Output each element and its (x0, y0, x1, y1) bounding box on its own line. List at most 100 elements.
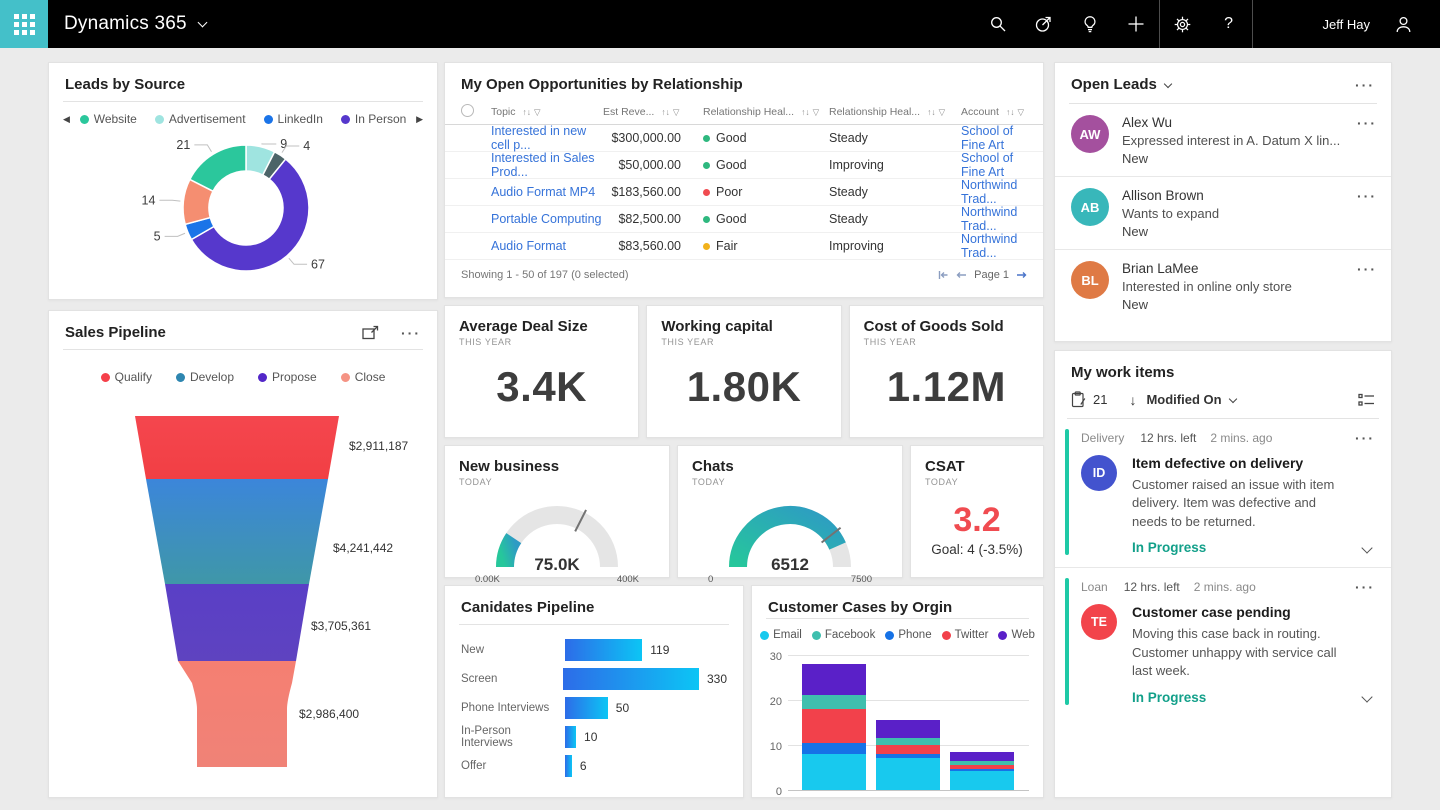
more-options-icon[interactable] (1355, 434, 1375, 442)
filter-icon[interactable] (531, 107, 541, 117)
sort-field-label[interactable]: Modified On (1146, 392, 1221, 407)
more-options-icon[interactable] (1357, 192, 1377, 239)
bar-segment-twitter[interactable] (802, 709, 866, 743)
topic-link[interactable]: Audio Format MP4 (491, 185, 603, 199)
stage-bar[interactable] (565, 639, 642, 661)
sort-icon[interactable] (661, 107, 670, 117)
user-name[interactable]: Jeff Hay (1323, 17, 1370, 32)
expand-chevron-icon[interactable] (1361, 692, 1372, 703)
column-header-health[interactable]: Relationship Heal... (703, 106, 829, 118)
previous-page-icon[interactable] (956, 270, 967, 280)
bar-segment-facebook[interactable] (802, 695, 866, 709)
bar-segment-web[interactable] (876, 720, 940, 738)
stage-bar[interactable] (565, 755, 572, 777)
bar-segment-email[interactable] (876, 758, 940, 790)
legend-item[interactable]: Web (998, 629, 1034, 641)
app-title[interactable]: Dynamics 365 (64, 13, 187, 35)
work-item-status[interactable]: In Progress (1132, 690, 1206, 705)
lead-list-item[interactable]: BLBrian LaMeeInterested in online only s… (1055, 250, 1391, 322)
lead-list-item[interactable]: ABAllison BrownWants to expandNew (1055, 177, 1391, 250)
account-link[interactable]: School of Fine Art (961, 151, 1027, 179)
app-title-chevron-icon[interactable] (197, 18, 207, 28)
work-item-status[interactable]: In Progress (1132, 540, 1206, 555)
bar-segment-web[interactable] (950, 752, 1014, 761)
app-launcher-button[interactable] (0, 0, 48, 48)
column-header-account[interactable]: Account (961, 106, 1027, 118)
bar-segment-email[interactable] (950, 771, 1014, 790)
legend-item[interactable]: Website (80, 112, 137, 126)
sort-direction-icon[interactable] (1129, 392, 1136, 408)
account-link[interactable]: School of Fine Art (961, 124, 1027, 152)
sort-icon[interactable] (523, 107, 532, 117)
funnel-segment-close[interactable] (178, 661, 296, 767)
add-icon[interactable] (1113, 0, 1159, 48)
chevron-down-icon[interactable] (1164, 79, 1172, 87)
legend-item[interactable]: Twitter (942, 629, 989, 641)
legend-item[interactable]: Phone (885, 629, 931, 641)
stage-bar[interactable] (565, 726, 576, 748)
bar-segment-email[interactable] (802, 754, 866, 790)
bar-segment-twitter[interactable] (876, 745, 940, 754)
search-icon[interactable] (975, 0, 1021, 48)
account-link[interactable]: Northwind Trad... (961, 178, 1027, 206)
topic-link[interactable]: Audio Format (491, 239, 603, 253)
stacked-bar[interactable] (950, 752, 1014, 790)
lead-list-item[interactable]: AWAlex WuExpressed interest in A. Datum … (1055, 104, 1391, 177)
table-row[interactable]: Audio Format MP4$183,560.00PoorSteadyNor… (445, 179, 1043, 206)
bar-segment-phone[interactable] (802, 743, 866, 754)
table-row[interactable]: Portable Computing$82,500.00GoodSteadyNo… (445, 206, 1043, 233)
legend-item[interactable]: Email (760, 629, 802, 641)
filter-icon[interactable] (936, 107, 946, 117)
more-options-icon[interactable] (1357, 119, 1377, 166)
sort-icon[interactable] (801, 107, 810, 117)
work-item[interactable]: Delivery12 hrs. left2 mins. agoIDItem de… (1055, 419, 1391, 568)
funnel-segment-develop[interactable] (146, 479, 328, 584)
filter-icon[interactable] (1014, 107, 1024, 117)
account-link[interactable]: Northwind Trad... (961, 232, 1027, 260)
more-options-icon[interactable] (1355, 583, 1375, 591)
topic-link[interactable]: Portable Computing (491, 212, 603, 226)
settings-icon[interactable] (1160, 0, 1206, 48)
column-header-est-revenue[interactable]: Est Reve... (603, 106, 703, 118)
next-page-icon[interactable] (1016, 270, 1027, 280)
table-row[interactable]: Interested in new cell p...$300,000.00Go… (445, 125, 1043, 152)
stacked-bar[interactable] (802, 664, 866, 790)
column-header-topic[interactable]: Topic (491, 106, 603, 118)
legend-item[interactable]: Facebook (812, 629, 876, 641)
more-options-icon[interactable] (1355, 81, 1375, 89)
filter-icon[interactable] (670, 107, 680, 117)
chevron-down-icon[interactable] (1228, 394, 1236, 402)
legend-item[interactable]: Advertisement (155, 112, 246, 126)
account-icon[interactable] (1380, 0, 1426, 48)
account-link[interactable]: Northwind Trad... (961, 205, 1027, 233)
funnel-segment-qualify[interactable] (135, 416, 339, 479)
column-header-health-trend[interactable]: Relationship Heal... (829, 106, 961, 118)
legend-item[interactable]: In Person (341, 112, 406, 126)
table-row[interactable]: Audio Format$83,560.00FairImprovingNorth… (445, 233, 1043, 260)
work-item[interactable]: Loan12 hrs. left2 mins. agoTECustomer ca… (1055, 568, 1391, 716)
table-row[interactable]: Interested in Sales Prod...$50,000.00Goo… (445, 152, 1043, 179)
topic-link[interactable]: Interested in new cell p... (491, 124, 603, 152)
more-options-icon[interactable] (1357, 265, 1377, 312)
topic-link[interactable]: Interested in Sales Prod... (491, 151, 603, 179)
first-page-icon[interactable] (938, 270, 949, 280)
guide-icon[interactable] (1021, 0, 1067, 48)
bar-segment-web[interactable] (802, 664, 866, 696)
legend-prev-icon[interactable] (63, 114, 70, 125)
stacked-bar[interactable] (876, 720, 940, 790)
stage-bar[interactable] (565, 697, 608, 719)
help-icon[interactable]: ? (1206, 0, 1252, 48)
stage-bar[interactable] (563, 668, 699, 690)
select-all-checkbox[interactable] (461, 104, 474, 117)
lightbulb-icon[interactable] (1067, 0, 1113, 48)
donut-slice[interactable] (190, 145, 246, 191)
detail-view-icon[interactable] (1358, 393, 1375, 407)
expand-chevron-icon[interactable] (1361, 542, 1372, 553)
legend-item[interactable]: LinkedIn (264, 112, 323, 126)
card-title[interactable]: Open Leads (1071, 76, 1157, 93)
bar-segment-facebook[interactable] (876, 738, 940, 745)
funnel-segment-propose[interactable] (165, 584, 309, 661)
legend-next-icon[interactable] (416, 114, 423, 125)
sort-icon[interactable] (927, 107, 936, 117)
filter-icon[interactable] (810, 107, 820, 117)
